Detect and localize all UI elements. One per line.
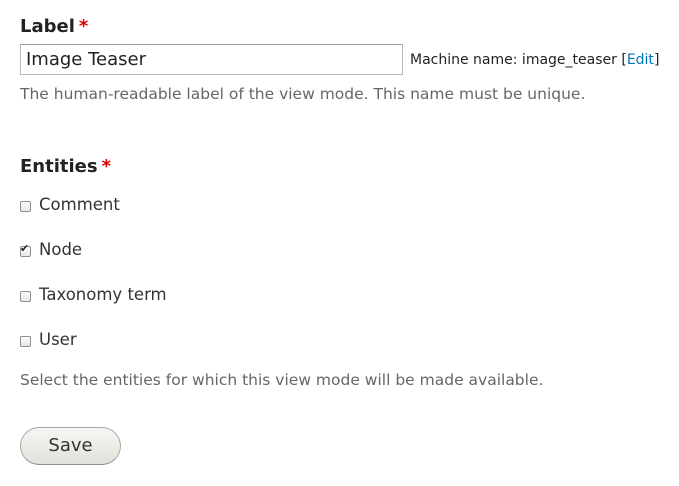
label-title-text: Label (20, 16, 75, 37)
entities-title-text: Entities (20, 156, 98, 177)
label-field-title: Label * (20, 16, 88, 38)
required-marker: * (101, 156, 112, 177)
checkmark-icon: ✔ (20, 242, 30, 255)
entity-option-node[interactable]: ✔ Node (20, 240, 82, 260)
entities-field-title: Entities * (20, 156, 111, 178)
machine-name-edit-link[interactable]: Edit (627, 52, 654, 68)
label-input[interactable] (20, 44, 403, 75)
node-checkbox-label[interactable]: Node (39, 240, 82, 260)
machine-name-close-bracket: ] (653, 52, 660, 68)
taxonomy-term-checkbox[interactable] (20, 291, 31, 302)
save-button[interactable]: Save (20, 427, 121, 465)
entity-option-comment[interactable]: Comment (20, 195, 120, 215)
node-checkbox[interactable]: ✔ (20, 242, 31, 257)
comment-checkbox-label[interactable]: Comment (39, 195, 120, 215)
entities-description: Select the entities for which this view … (20, 371, 544, 389)
comment-checkbox[interactable] (20, 201, 31, 212)
user-checkbox-label[interactable]: User (39, 330, 77, 350)
machine-name: Machine name: image_teaser [Edit] (410, 51, 659, 69)
machine-name-text: Machine name: image_teaser (410, 52, 617, 68)
required-marker: * (78, 16, 89, 37)
label-description: The human-readable label of the view mod… (20, 85, 586, 103)
entity-option-user[interactable]: User (20, 330, 77, 350)
taxonomy-term-checkbox-label[interactable]: Taxonomy term (39, 285, 167, 305)
user-checkbox[interactable] (20, 336, 31, 347)
entity-option-taxonomy-term[interactable]: Taxonomy term (20, 285, 167, 305)
